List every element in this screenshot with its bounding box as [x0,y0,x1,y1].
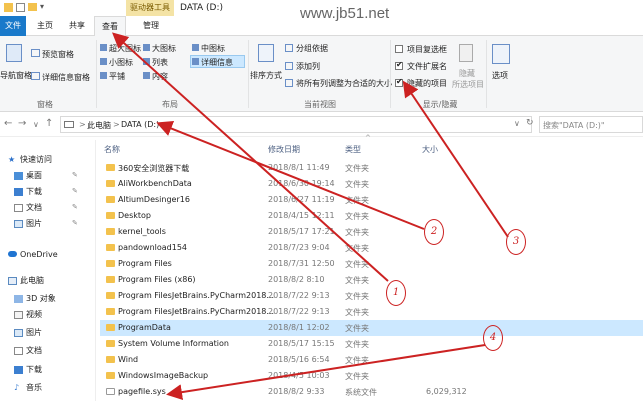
annotation-layer [112,32,509,401]
annotation-arrow-4 [166,344,486,401]
annotation-label-4: 4 [483,325,503,351]
annotation-arrow-1 [112,32,389,282]
annotation-arrow-2 [156,121,425,230]
annotation-label-3: 3 [506,229,526,255]
annotation-label-1: 1 [386,280,406,306]
annotation-label-2: 2 [424,219,444,245]
annotation-arrow-3 [402,80,509,238]
